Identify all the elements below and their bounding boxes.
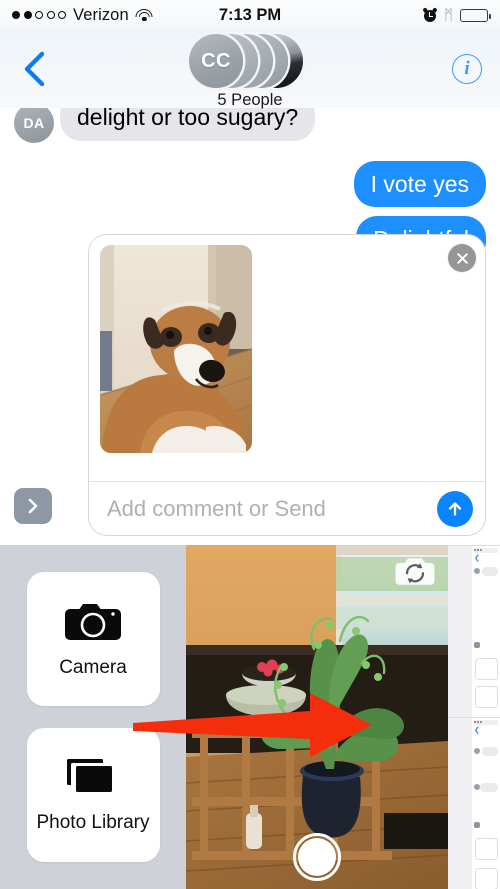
photo-library-icon bbox=[65, 756, 121, 801]
bluetooth-icon: ᛗ bbox=[443, 6, 453, 24]
message-composer: Add comment or Send bbox=[0, 234, 500, 545]
photo-library-label: Photo Library bbox=[36, 812, 150, 834]
cellular-signal-icon bbox=[12, 11, 66, 19]
attachment-input-row: Add comment or Send bbox=[89, 481, 485, 535]
message-row-incoming: DA delight or too sugary? bbox=[0, 108, 500, 143]
avatar: DA bbox=[14, 108, 54, 143]
conversation-header[interactable]: CC 5 People bbox=[0, 32, 500, 110]
alarm-clock-icon bbox=[422, 7, 438, 22]
info-glyph: i bbox=[452, 54, 482, 84]
dog-photo-thumbnail[interactable] bbox=[100, 245, 252, 453]
camera-button[interactable]: Camera bbox=[26, 572, 160, 706]
status-bar: Verizon 7:13 PM ᛗ bbox=[0, 0, 500, 30]
camera-label: Camera bbox=[59, 657, 127, 679]
message-list[interactable]: DA delight or too sugary? I vote yes Del… bbox=[0, 108, 500, 545]
attachment-preview bbox=[89, 235, 485, 481]
camera-icon bbox=[64, 599, 122, 646]
avatar-initials: CC bbox=[189, 34, 243, 88]
photo-picker-tray: Camera Photo Library ❮ ❮ bbox=[0, 545, 500, 889]
recent-photos-strip[interactable]: ❮ ❮ bbox=[448, 545, 500, 889]
remove-attachment-close-x-icon[interactable] bbox=[447, 243, 477, 273]
recent-photo-thumbnail[interactable]: ❮ bbox=[448, 545, 500, 717]
group-avatar-stack[interactable]: CC bbox=[189, 32, 311, 90]
message-bubble-outgoing[interactable]: I vote yes bbox=[353, 160, 492, 208]
page-title: 5 People bbox=[217, 91, 283, 109]
apps-drawer-chevron-right-icon[interactable] bbox=[14, 488, 52, 524]
info-circle-icon[interactable]: i bbox=[448, 50, 486, 88]
message-row-outgoing: I vote yes bbox=[0, 160, 500, 208]
send-arrow-up-icon[interactable] bbox=[437, 490, 473, 527]
camera-flip-icon[interactable] bbox=[395, 555, 435, 587]
comment-input[interactable]: Add comment or Send bbox=[107, 496, 437, 522]
battery-low-icon bbox=[460, 8, 492, 22]
status-bar-left: Verizon bbox=[12, 6, 153, 25]
recent-photo-thumbnail[interactable]: ❮ bbox=[448, 717, 500, 889]
camera-viewfinder[interactable] bbox=[186, 545, 448, 889]
tray-action-list: Camera Photo Library bbox=[0, 545, 186, 889]
navigation-bar: CC 5 People i bbox=[0, 30, 500, 110]
carrier-label: Verizon bbox=[73, 5, 129, 24]
message-bubble-incoming[interactable]: delight or too sugary? bbox=[54, 108, 316, 141]
shutter-button-icon[interactable] bbox=[293, 833, 341, 881]
status-bar-right: ᛗ bbox=[422, 6, 492, 24]
wifi-icon bbox=[135, 8, 153, 22]
attachment-card: Add comment or Send bbox=[88, 234, 486, 536]
photo-library-button[interactable]: Photo Library bbox=[26, 728, 160, 862]
iphone-messages-screen: Verizon 7:13 PM ᛗ CC 5 People i DA delig… bbox=[0, 0, 500, 889]
